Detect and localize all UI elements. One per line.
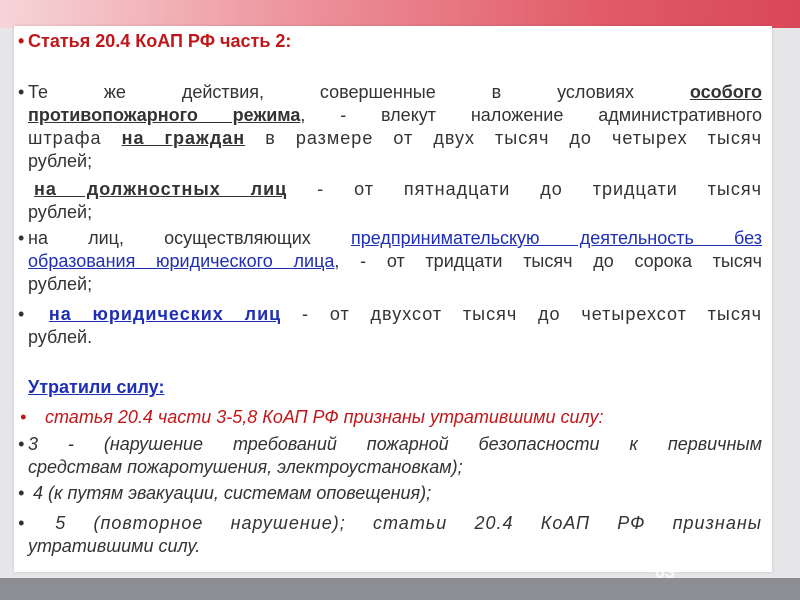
para1-line3: штрафа на граждан в размере от двух тыся… (28, 128, 762, 148)
link-fire-regime[interactable]: противопожарного режима (28, 105, 300, 125)
repealed-item-4: • 4 (к путям эвакуации, системам оповеще… (18, 483, 432, 503)
link-special-regime[interactable]: особого (690, 82, 762, 102)
para4-line2: рублей. (28, 327, 93, 347)
link-entrepreneurs[interactable]: предпринимательскую деятельность без (351, 228, 762, 248)
para4-line1: • на юридических лиц - от двухсот тысяч … (18, 304, 762, 324)
article-title: • Статья 20.4 КоАП РФ часть 2: (18, 31, 292, 51)
repealed-item-article: • статья 20.4 части 3-5,8 КоАП РФ призна… (20, 407, 604, 427)
bullet-icon: • (20, 407, 27, 427)
link-officials[interactable]: на должностных лиц (34, 179, 287, 199)
para1-line4: рублей; (28, 151, 93, 171)
slide-number: 63 (655, 562, 676, 582)
repealed-heading: Утратили силу: (28, 377, 165, 397)
para1-line1: • Те же действия, совершенные в условиях … (18, 82, 762, 102)
repealed-item-3-line2: средствам пожаротушения, электроустановк… (28, 457, 463, 477)
para3-line2: образования юридического лица, - от трид… (28, 251, 762, 271)
bullet-icon: • (18, 82, 25, 102)
link-no-legal-entity[interactable]: образования юридического лица (28, 251, 334, 271)
bullet-icon: • (18, 31, 25, 51)
slide-content: • Статья 20.4 КоАП РФ часть 2: • Те же дей… (14, 26, 772, 572)
bullet-icon: • (18, 513, 26, 533)
repealed-item-3-line1: • 3 - (нарушение требований пожарной безо… (18, 434, 762, 454)
bullet-icon: • (18, 304, 26, 324)
footer-band (0, 578, 800, 600)
link-citizens[interactable]: на граждан (122, 128, 246, 148)
bullet-icon: • (18, 483, 25, 503)
bullet-icon: • (18, 228, 25, 248)
para3-line1: • на лиц, осуществляющих предпринимательс… (18, 228, 762, 248)
bullet-icon: • (18, 434, 25, 454)
repealed-item-5-line2: утратившими силу. (28, 536, 201, 556)
repealed-item-5-line1: • 5 (повторное нарушение); статьи 20.4 К… (18, 513, 762, 533)
para3-line3: рублей; (28, 274, 93, 294)
para2-line2: рублей; (28, 202, 93, 222)
para1-line2: противопожарного режима, - влекут наложе… (28, 105, 762, 125)
header-band (0, 0, 800, 28)
para2-line1: на должностных лиц - от пятнадцати до тр… (34, 179, 762, 199)
link-legal-entities[interactable]: на юридических лиц (49, 304, 281, 324)
